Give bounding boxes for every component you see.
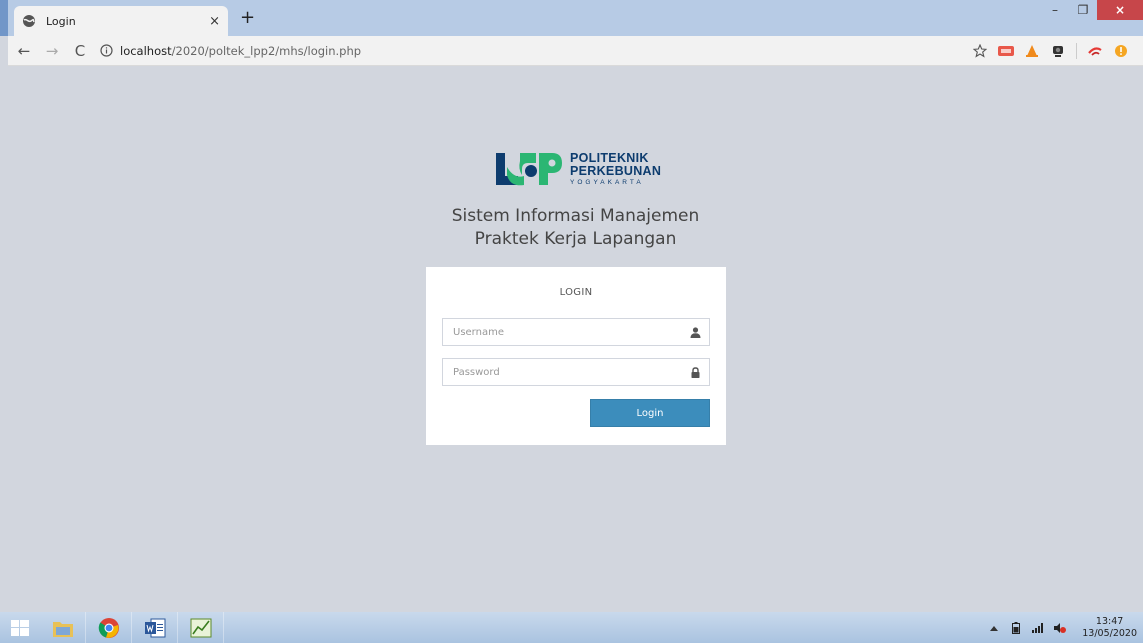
tab-title: Login (46, 14, 76, 28)
app-title-line-2: Praktek Kerja Lapangan (474, 229, 677, 249)
tab-close-icon[interactable]: × (209, 14, 220, 29)
taskbar-clock[interactable]: 13:47 13/05/2020 (1082, 616, 1137, 640)
globe-icon (22, 14, 36, 28)
institution-logo: POLITEKNIK PERKEBUNAN YOGYAKARTA (494, 149, 694, 189)
window-controls: – ❐ × (1041, 0, 1143, 20)
minimize-button[interactable]: – (1041, 0, 1069, 20)
taskbar-chrome[interactable] (86, 612, 132, 643)
taskbar-file-explorer[interactable] (40, 612, 86, 643)
login-box: LOGIN Login (426, 267, 726, 445)
reload-button[interactable]: C (68, 39, 92, 63)
lpp-logo-icon (496, 153, 562, 186)
login-heading: LOGIN (559, 287, 593, 298)
bird-extension-icon[interactable] (1087, 43, 1103, 59)
logo-line-3: YOGYAKARTA (570, 178, 644, 186)
app-title-line-1: Sistem Informasi Manajemen (451, 206, 700, 226)
webcam-extension-icon[interactable] (1050, 43, 1066, 59)
volume-muted-icon[interactable] (1054, 622, 1067, 634)
clock-date: 13/05/2020 (1082, 627, 1137, 639)
system-tray: 13:47 13/05/2020 (988, 612, 1137, 643)
restore-button[interactable]: ❐ (1069, 0, 1097, 20)
back-button[interactable]: ← (12, 39, 36, 63)
word-icon (144, 618, 165, 637)
alert-extension-icon[interactable] (1113, 43, 1129, 59)
network-signal-icon[interactable] (1032, 622, 1044, 634)
password-field (442, 358, 710, 386)
chart-app-icon (190, 618, 211, 637)
close-window-button[interactable]: × (1097, 0, 1143, 20)
folder-icon (52, 621, 73, 637)
username-field (442, 318, 710, 346)
app-title: Sistem Informasi Manajemen Praktek Kerja… (8, 205, 1143, 251)
lock-icon (689, 366, 701, 378)
show-hidden-icons[interactable] (988, 622, 1000, 634)
chrome-icon (98, 617, 119, 638)
login-button[interactable]: Login (590, 399, 710, 427)
user-icon (689, 326, 701, 338)
url-text: localhost/2020/poltek_lpp2/mhs/login.php (120, 44, 361, 58)
taskbar-word[interactable] (132, 612, 178, 643)
page-content: POLITEKNIK PERKEBUNAN YOGYAKARTA Sistem … (8, 67, 1143, 612)
start-button[interactable] (0, 612, 40, 643)
windows-taskbar: 13:47 13/05/2020 (0, 612, 1143, 643)
bookmark-star-icon[interactable] (972, 43, 988, 59)
url-path: /2020/poltek_lpp2/mhs/login.php (171, 43, 362, 58)
taskbar-chart-app[interactable] (178, 612, 224, 643)
browser-tab[interactable]: Login × (14, 6, 228, 36)
new-tab-button[interactable]: + (240, 9, 255, 27)
username-input[interactable] (443, 319, 709, 345)
logo-wordmark: POLITEKNIK PERKEBUNAN YOGYAKARTA (570, 150, 662, 187)
toolbar-separator (1076, 42, 1077, 59)
forward-button[interactable]: → (40, 39, 64, 63)
logo-line-1: POLITEKNIK (570, 150, 649, 165)
battery-icon[interactable] (1010, 621, 1022, 634)
address-bar[interactable]: localhost/2020/poltek_lpp2/mhs/login.php (98, 39, 972, 63)
extensions-area (972, 42, 1129, 59)
logo-line-2: PERKEBUNAN (570, 163, 662, 178)
idm-extension-icon[interactable] (998, 43, 1014, 59)
info-icon[interactable] (98, 43, 114, 59)
url-host: localhost (120, 43, 172, 58)
vlc-extension-icon[interactable] (1024, 43, 1040, 59)
windows-logo-icon (11, 619, 29, 636)
browser-toolbar: ← → C localhost/2020/poltek_lpp2/mhs/log… (8, 36, 1143, 66)
password-input[interactable] (443, 359, 709, 385)
browser-titlebar: Login × + – ❐ × (0, 0, 1143, 36)
clock-time: 13:47 (1095, 615, 1124, 627)
